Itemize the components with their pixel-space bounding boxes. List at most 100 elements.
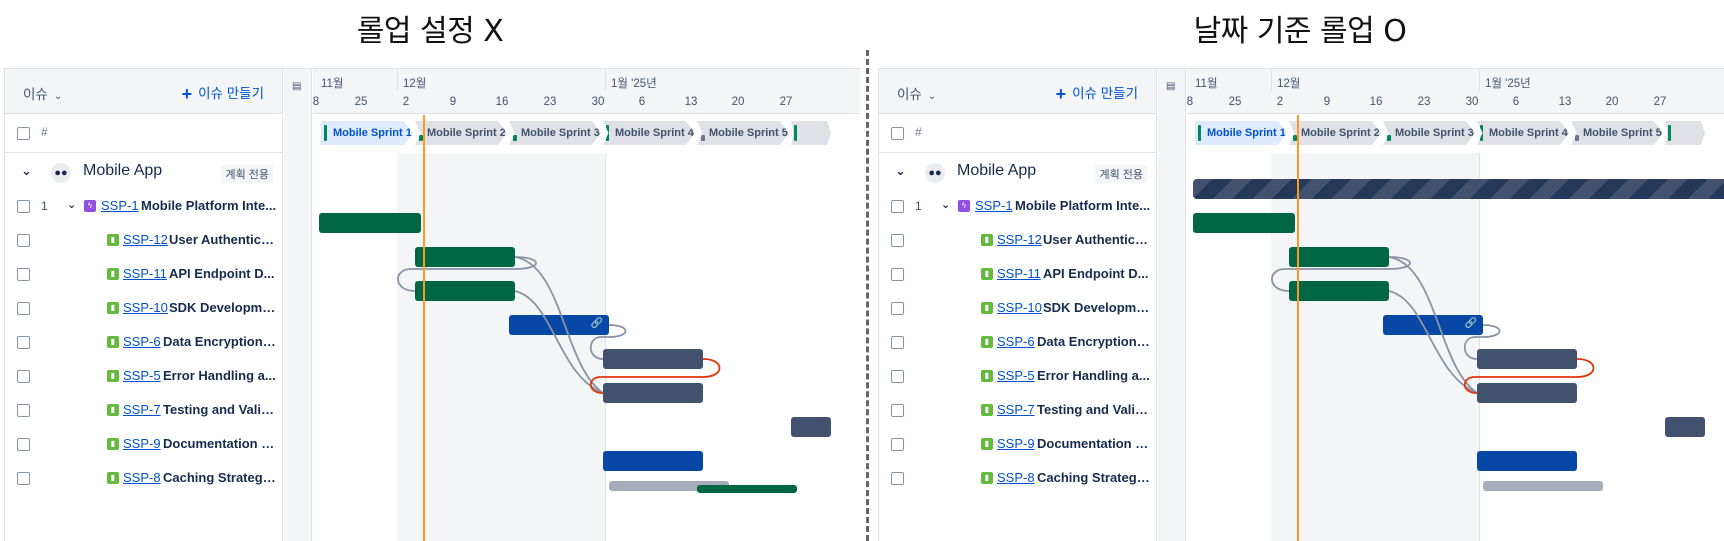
row-checkbox[interactable]: [17, 472, 30, 485]
issue-summary: SDK Developme...: [169, 300, 279, 315]
list-item[interactable]: 1 ⌄ ϟ SSP-1 Mobile Platform Inte...: [5, 188, 283, 225]
story-type-icon: ▮: [107, 472, 119, 484]
issue-key-link[interactable]: SSP-12: [123, 232, 168, 247]
plan-only-badge: 계획 전용: [1095, 165, 1147, 183]
list-item[interactable]: ▮ SSP-8 Caching Strategy...: [5, 460, 283, 497]
list-item[interactable]: ▮ SSP-10 SDK Developme...: [5, 290, 283, 327]
timeline-side-strip[interactable]: ▤: [1158, 69, 1186, 541]
issue-summary: Testing and Valid...: [163, 402, 279, 417]
issue-summary: Testing and Valid...: [1037, 402, 1153, 417]
list-item[interactable]: ▮ SSP-12 User Authentica...: [5, 222, 283, 259]
select-all-checkbox[interactable]: [891, 127, 904, 140]
today-marker: [1297, 115, 1299, 541]
row-checkbox[interactable]: [891, 302, 904, 315]
timeline-body: Mobile Sprint 1 Mobile Sprint 2 Mobile S…: [1187, 115, 1724, 541]
list-item[interactable]: ▮ SSP-7 Testing and Valid...: [5, 392, 283, 429]
list-item[interactable]: ▮ SSP-7 Testing and Valid...: [879, 392, 1157, 429]
expand-chevron-icon[interactable]: ⌄: [941, 198, 950, 211]
timeline-panel-no-rollup: 이슈 ⌄ + 이슈 만들기 # ⌄ ●● Mobile App 계획 전용 1 ⌄ …: [4, 68, 860, 541]
dependency-line: [514, 290, 604, 394]
list-item[interactable]: ▮ SSP-10 SDK Developme...: [879, 290, 1157, 327]
day-label: 23: [1417, 96, 1431, 108]
issue-key-link[interactable]: SSP-5: [123, 368, 161, 383]
row-checkbox[interactable]: [891, 404, 904, 417]
row-checkbox[interactable]: [891, 200, 904, 213]
row-checkbox[interactable]: [891, 370, 904, 383]
select-all-checkbox[interactable]: [17, 127, 30, 140]
issue-key-link[interactable]: SSP-9: [123, 436, 161, 451]
list-item[interactable]: ▮ SSP-8 Caching Strategy...: [879, 460, 1157, 497]
issue-key-link[interactable]: SSP-11: [123, 266, 167, 281]
row-checkbox[interactable]: [17, 200, 30, 213]
issue-key-link[interactable]: SSP-12: [997, 232, 1042, 247]
issue-key-link[interactable]: SSP-1: [101, 198, 139, 213]
row-checkbox[interactable]: [17, 302, 30, 315]
issue-filter-dropdown[interactable]: 이슈 ⌄: [23, 83, 62, 103]
timeline-side-strip[interactable]: ▤: [284, 69, 312, 541]
day-label: 20: [1605, 96, 1619, 108]
plan-only-badge: 계획 전용: [221, 165, 273, 183]
conflict-line: [589, 358, 721, 394]
epic-type-icon: ϟ: [958, 200, 970, 212]
list-item[interactable]: ▮ SSP-6 Data Encryption I...: [5, 324, 283, 361]
list-header: 이슈 ⌄ + 이슈 만들기: [879, 69, 1157, 114]
row-checkbox[interactable]: [891, 472, 904, 485]
issue-summary: Mobile Platform Inte...: [141, 198, 277, 213]
list-item[interactable]: ▮ SSP-11 API Endpoint D...: [5, 256, 283, 293]
dependency-line: [1388, 256, 1478, 394]
day-label: 16: [1369, 96, 1383, 108]
row-checkbox[interactable]: [17, 336, 30, 349]
list-item[interactable]: ▮ SSP-9 Documentation a...: [5, 426, 283, 463]
story-type-icon: ▮: [981, 302, 993, 314]
month-label: 11월: [321, 78, 344, 90]
epic-row[interactable]: ⌄ ●● Mobile App 계획 전용: [879, 154, 1157, 191]
epic-row[interactable]: ⌄ ●● Mobile App 계획 전용: [5, 154, 283, 191]
issue-key-link[interactable]: SSP-7: [997, 402, 1035, 417]
epic-type-icon: ϟ: [84, 200, 96, 212]
issue-key-link[interactable]: SSP-8: [123, 470, 161, 485]
list-item[interactable]: 1 ⌄ ϟ SSP-1 Mobile Platform Inte...: [879, 188, 1157, 225]
month-label: 12월: [1277, 78, 1301, 90]
day-label: 9: [449, 96, 457, 108]
list-item[interactable]: ▮ SSP-6 Data Encryption I...: [879, 324, 1157, 361]
row-checkbox[interactable]: [891, 268, 904, 281]
issue-key-link[interactable]: SSP-10: [123, 300, 168, 315]
issue-key-link[interactable]: SSP-5: [997, 368, 1035, 383]
issue-key-link[interactable]: SSP-6: [123, 334, 161, 349]
row-checkbox[interactable]: [17, 438, 30, 451]
month-label: 1월 '25년: [1485, 78, 1531, 90]
issue-key-link[interactable]: SSP-8: [997, 470, 1035, 485]
issue-key-link[interactable]: SSP-11: [997, 266, 1041, 281]
list-item[interactable]: ▮ SSP-12 User Authentica...: [879, 222, 1157, 259]
row-checkbox[interactable]: [17, 404, 30, 417]
row-checkbox[interactable]: [891, 234, 904, 247]
row-checkbox[interactable]: [17, 234, 30, 247]
team-icon: ●●: [925, 163, 945, 183]
issue-key-link[interactable]: SSP-10: [997, 300, 1042, 315]
dependency-line: [1271, 256, 1411, 292]
row-checkbox[interactable]: [17, 268, 30, 281]
row-checkbox[interactable]: [891, 336, 904, 349]
create-issue-button[interactable]: + 이슈 만들기: [182, 82, 264, 105]
expand-chevron-icon[interactable]: ⌄: [67, 198, 76, 211]
collapse-chevron-icon[interactable]: ⌄: [895, 163, 906, 179]
issue-summary: API Endpoint D...: [169, 266, 275, 281]
issue-key-link[interactable]: SSP-7: [123, 402, 161, 417]
collapse-chevron-icon[interactable]: ⌄: [21, 163, 32, 179]
row-checkbox[interactable]: [17, 370, 30, 383]
row-checkbox[interactable]: [891, 438, 904, 451]
story-type-icon: ▮: [981, 234, 993, 246]
left-caption: 롤업 설정 X: [356, 14, 504, 49]
month-label: 1월 '25년: [611, 78, 657, 90]
list-item[interactable]: ▮ SSP-5 Error Handling a...: [879, 358, 1157, 395]
list-item[interactable]: ▮ SSP-11 API Endpoint D...: [879, 256, 1157, 293]
issue-key-link[interactable]: SSP-6: [997, 334, 1035, 349]
issue-key-link[interactable]: SSP-1: [975, 198, 1013, 213]
issue-filter-dropdown[interactable]: 이슈 ⌄: [897, 83, 936, 103]
list-item[interactable]: ▮ SSP-9 Documentation a...: [879, 426, 1157, 463]
list-item[interactable]: ▮ SSP-5 Error Handling a...: [5, 358, 283, 395]
issue-key-link[interactable]: SSP-9: [997, 436, 1035, 451]
day-label: 2: [1276, 96, 1284, 108]
create-issue-button[interactable]: + 이슈 만들기: [1056, 82, 1138, 105]
timeline-panel-date-rollup: 이슈 ⌄ + 이슈 만들기 # ⌄ ●● Mobile App 계획 전용 1 ⌄ …: [878, 68, 1724, 541]
